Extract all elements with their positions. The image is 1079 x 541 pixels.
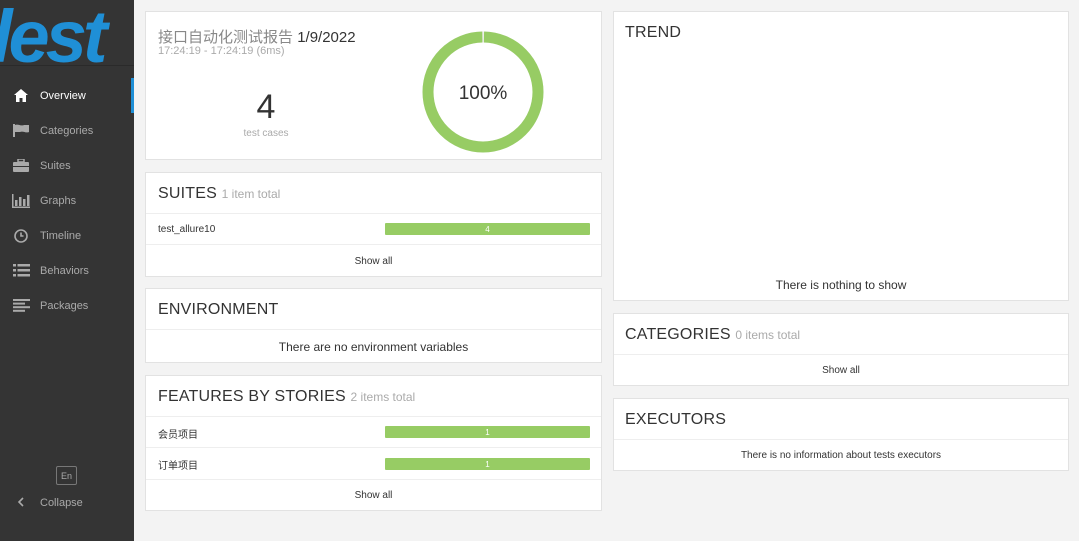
sidebar-item-label: Categories [40, 124, 94, 137]
categories-title: CATEGORIES 0 items total [625, 326, 800, 344]
executors-title: EXECUTORS [625, 411, 727, 428]
executors-empty-message: There is no information about tests exec… [740, 450, 942, 461]
report-time-range: 17:24:19 - 17:24:19 (6ms) [158, 45, 285, 57]
allure-logo[interactable]: lest [0, 0, 134, 66]
trend-widget: TREND There is nothing to show [613, 11, 1069, 301]
report-date: 1/9/2022 [297, 29, 356, 46]
categories-total: 0 items total [735, 328, 801, 342]
suite-passed-bar: 4 [385, 223, 590, 235]
sidebar-item-timeline[interactable]: Timeline [0, 218, 134, 253]
categories-widget: CATEGORIES 0 items total Show all [613, 313, 1069, 386]
sidebar-item-packages[interactable]: Packages [0, 288, 134, 323]
environment-widget: ENVIRONMENT There are no environment var… [145, 288, 602, 363]
home-icon [12, 89, 30, 103]
features-total: 2 items total [350, 390, 416, 404]
table-row[interactable]: 会员项目 1 [146, 417, 601, 447]
executors-widget: EXECUTORS There is no information about … [613, 398, 1069, 471]
sidebar-item-suites[interactable]: Suites [0, 148, 134, 183]
trend-title: TREND [625, 24, 682, 41]
features-widget: FEATURES BY STORIES 2 items total 会员项目 1… [145, 375, 602, 511]
suite-name: test_allure10 [158, 224, 216, 235]
briefcase-icon [12, 159, 30, 173]
sidebar-nav: Overview Categories Suites Graphs Timeli… [0, 78, 134, 323]
pass-rate-donut: 100% [422, 31, 544, 153]
sidebar-item-label: Overview [40, 89, 86, 102]
feature-name: 会员项目 [158, 430, 198, 441]
sidebar-item-label: Graphs [40, 194, 77, 207]
collapse-label: Collapse [40, 497, 83, 509]
summary-widget: 接口自动化测试报告 1/9/2022 17:24:19 - 17:24:19 (… [145, 11, 602, 160]
environment-empty-message: There are no environment variables [278, 340, 469, 354]
suites-show-all-link[interactable]: Show all [146, 256, 601, 267]
sidebar-item-label: Timeline [40, 229, 82, 242]
language-switcher[interactable]: En [56, 466, 77, 485]
pass-rate-text: 100% [459, 83, 508, 104]
features-title-text: FEATURES BY STORIES [158, 388, 346, 405]
suites-widget: SUITES 1 item total test_allure10 4 Show… [145, 172, 602, 277]
report-title: 接口自动化测试报告 1/9/2022 [158, 26, 356, 47]
categories-title-text: CATEGORIES [625, 326, 731, 343]
feature-name: 订单项目 [158, 461, 198, 472]
sidebar: lest Overview Categories Suites Graphs T… [0, 0, 134, 541]
sidebar-item-categories[interactable]: Categories [0, 113, 134, 148]
feature-passed-bar: 1 [385, 458, 590, 470]
table-row[interactable]: 订单项目 1 [146, 448, 601, 478]
bar-chart-icon [12, 193, 30, 208]
sidebar-item-graphs[interactable]: Graphs [0, 183, 134, 218]
feature-passed-bar: 1 [385, 426, 590, 438]
align-left-icon [12, 299, 30, 313]
test-count-label: test cases [243, 128, 289, 139]
collapse-button[interactable]: Collapse [12, 494, 83, 512]
suites-title: SUITES 1 item total [158, 185, 280, 203]
environment-title: ENVIRONMENT [158, 301, 279, 318]
test-count: 4 [256, 88, 276, 126]
suites-total: 1 item total [221, 187, 281, 201]
chevron-left-icon [12, 496, 30, 510]
sidebar-item-overview[interactable]: Overview [0, 78, 134, 113]
logo-text: lest [0, 0, 107, 66]
list-icon [12, 264, 30, 278]
suites-title-text: SUITES [158, 185, 217, 202]
sidebar-item-label: Suites [40, 159, 71, 172]
trend-empty-message: There is nothing to show [775, 278, 907, 292]
sidebar-item-label: Packages [40, 299, 89, 312]
report-name: 接口自动化测试报告 [158, 29, 294, 46]
features-title: FEATURES BY STORIES 2 items total [158, 388, 415, 406]
clock-icon [12, 228, 30, 243]
sidebar-item-label: Behaviors [40, 264, 89, 277]
flag-icon [12, 124, 30, 138]
sidebar-item-behaviors[interactable]: Behaviors [0, 253, 134, 288]
table-row[interactable]: test_allure10 4 [146, 214, 601, 244]
features-show-all-link[interactable]: Show all [146, 490, 601, 501]
categories-show-all-link[interactable]: Show all [614, 365, 1068, 376]
